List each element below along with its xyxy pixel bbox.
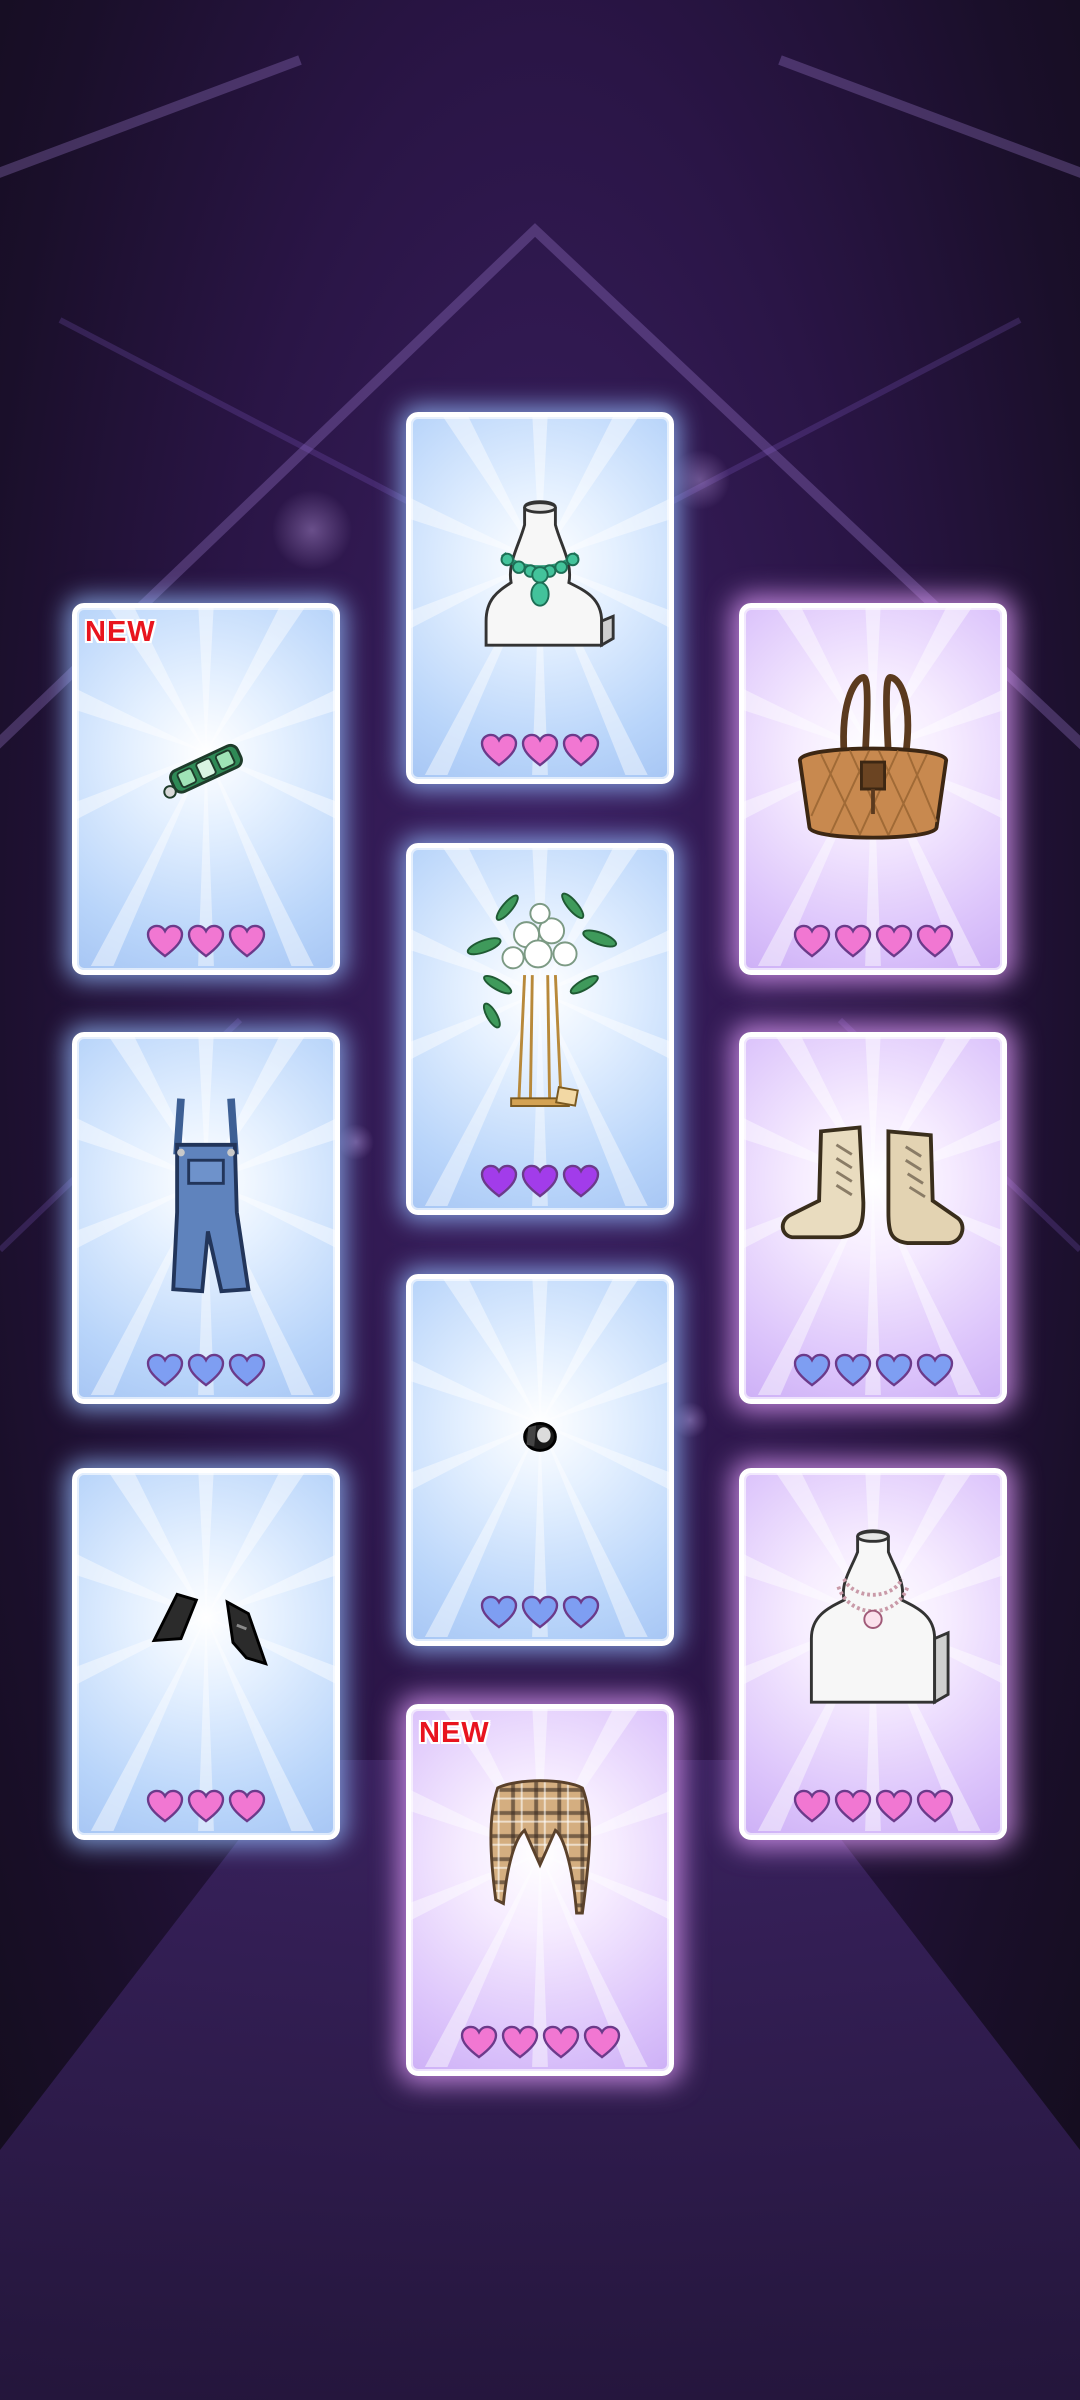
heart-icon (480, 1164, 518, 1198)
heart-icon (228, 1353, 266, 1387)
rarity-hearts (77, 1789, 335, 1823)
layered-chain-necklace-on-bust-icon (809, 1529, 950, 1705)
heart-icon (480, 733, 518, 767)
heart-icon (916, 924, 953, 958)
reward-card-plaid-scarf[interactable]: NEW (406, 1704, 674, 2076)
plaid-scarf-icon (489, 1779, 592, 1915)
rarity-hearts (411, 733, 669, 767)
new-badge: NEW (419, 1717, 490, 1749)
heart-icon (834, 924, 871, 958)
heart-icon (916, 1789, 953, 1823)
reward-card-boots[interactable] (739, 1032, 1007, 1404)
heart-icon (562, 1164, 600, 1198)
rarity-hearts (411, 2025, 669, 2059)
heart-icon (146, 924, 184, 958)
rarity-hearts (744, 924, 1002, 958)
heart-icon (834, 1353, 871, 1387)
heart-icon (228, 924, 266, 958)
green-gem-necklace-on-bust-icon (484, 500, 615, 648)
heart-icon (793, 924, 830, 958)
black-ring-icon (523, 1421, 557, 1452)
heart-icon (480, 1595, 518, 1629)
rarity-hearts (411, 1164, 669, 1198)
heart-icon (875, 924, 912, 958)
rarity-hearts (77, 1353, 335, 1387)
heart-icon (521, 733, 559, 767)
heart-icon (542, 2025, 579, 2059)
heart-icon (521, 1164, 559, 1198)
green-gem-brooch-icon (163, 743, 243, 799)
woven-tote-bag-icon (797, 673, 949, 840)
rarity-hearts (744, 1789, 1002, 1823)
heart-icon (460, 2025, 497, 2059)
lace-up-boots-icon (780, 1125, 965, 1245)
reward-card-gloves[interactable] (72, 1468, 340, 1840)
reward-card-ring[interactable] (406, 1274, 674, 1646)
heart-icon (187, 1353, 225, 1387)
heart-icon (521, 1595, 559, 1629)
reward-card-necklace-pearl[interactable] (739, 1468, 1007, 1840)
reward-card-overalls[interactable] (72, 1032, 340, 1404)
heart-icon (834, 1789, 871, 1823)
heart-icon (562, 733, 600, 767)
heart-icon (583, 2025, 620, 2059)
heart-icon (793, 1353, 830, 1387)
heart-icon (187, 924, 225, 958)
heart-icon (187, 1789, 225, 1823)
heart-icon (501, 2025, 538, 2059)
denim-overalls-icon (171, 1098, 251, 1294)
black-gloves-icon (151, 1592, 268, 1666)
heart-icon (793, 1789, 830, 1823)
reward-card-brooch-green[interactable]: NEW (72, 603, 340, 975)
heart-icon (146, 1353, 184, 1387)
reward-card-tote-bag[interactable] (739, 603, 1007, 975)
heart-icon (875, 1353, 912, 1387)
reward-card-necklace-green[interactable] (406, 412, 674, 784)
heart-icon (916, 1353, 953, 1387)
rarity-hearts (411, 1595, 669, 1629)
rarity-hearts (77, 924, 335, 958)
heart-icon (562, 1595, 600, 1629)
reward-card-flower-stand[interactable] (406, 843, 674, 1215)
rarity-hearts (744, 1353, 1002, 1387)
heart-icon (875, 1789, 912, 1823)
heart-icon (146, 1789, 184, 1823)
new-badge: NEW (85, 616, 156, 648)
heart-icon (228, 1789, 266, 1823)
flower-bouquet-stand-icon (466, 892, 618, 1107)
